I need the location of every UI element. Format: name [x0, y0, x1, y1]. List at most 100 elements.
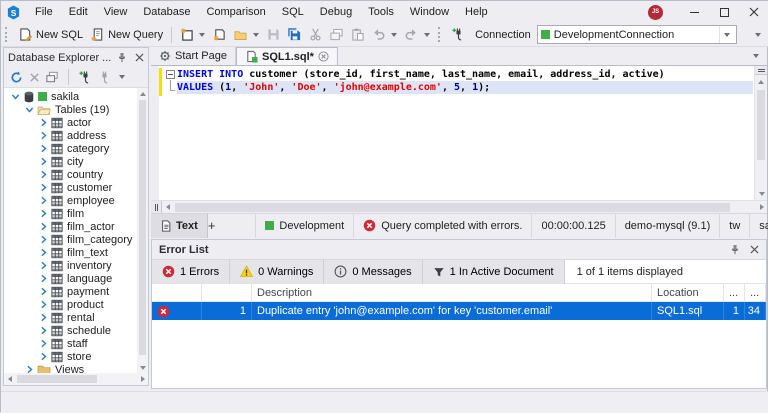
undo-button[interactable]: [368, 24, 401, 45]
fold-collapse-icon[interactable]: [166, 70, 175, 79]
chevron-right-icon[interactable]: [38, 235, 48, 244]
minimize-button[interactable]: [679, 1, 709, 23]
tree-item-staff[interactable]: staff: [4, 337, 137, 350]
new-sql-button[interactable]: New SQL: [15, 24, 87, 45]
chevron-right-icon[interactable]: [38, 313, 48, 322]
chevron-right-icon[interactable]: [38, 196, 48, 205]
pin-icon[interactable]: [730, 244, 740, 255]
chevron-down-icon[interactable]: [10, 92, 20, 101]
chevron-right-icon[interactable]: [38, 209, 48, 218]
tree-item-film-category[interactable]: film_category: [4, 233, 137, 246]
code-line-2[interactable]: VALUES (1, 'John', 'Doe', 'john@example.…: [177, 81, 753, 94]
status-execution-time[interactable]: 00:00:00.125: [531, 213, 614, 238]
messages-filter-button[interactable]: 0 Messages: [324, 259, 423, 284]
new-connection-icon[interactable]: [79, 70, 92, 84]
chevron-right-icon[interactable]: [38, 261, 48, 270]
chevron-right-icon[interactable]: [38, 339, 48, 348]
pin-icon[interactable]: [117, 52, 127, 63]
chevron-right-icon[interactable]: [38, 118, 48, 127]
close-button[interactable]: [739, 1, 768, 23]
scroll-left-icon[interactable]: [7, 376, 12, 382]
chevron-right-icon[interactable]: [38, 157, 48, 166]
close-panel-icon[interactable]: [750, 245, 759, 254]
scroll-up-icon[interactable]: [139, 91, 146, 96]
scroll-right-icon[interactable]: [759, 204, 764, 210]
tab-list-dropdown-icon[interactable]: [753, 54, 759, 58]
tree-item-schedule[interactable]: schedule: [4, 324, 137, 337]
tree-item-employee[interactable]: employee: [4, 194, 137, 207]
column-line[interactable]: ...: [724, 284, 745, 301]
tab-start-page[interactable]: Start Page: [151, 47, 236, 65]
column-number[interactable]: [202, 284, 252, 301]
menu-help[interactable]: Help: [457, 1, 496, 23]
chevron-right-icon[interactable]: [24, 365, 34, 373]
scrollbar-thumb[interactable]: [757, 90, 765, 160]
errors-filter-button[interactable]: 1 Errors: [152, 259, 231, 284]
tree-item-category[interactable]: category: [4, 142, 137, 155]
tree-item-inventory[interactable]: inventory: [4, 259, 137, 272]
tree-item-actor[interactable]: actor: [4, 116, 137, 129]
split-editor-handle[interactable]: [151, 200, 162, 214]
column-location[interactable]: Location: [652, 284, 724, 301]
chevron-right-icon[interactable]: [38, 326, 48, 335]
editor-horizontal-scrollbar[interactable]: [151, 200, 767, 214]
toolbar-overflow-icon[interactable]: [755, 32, 761, 37]
new-connection-button[interactable]: [448, 24, 469, 45]
status-query-status[interactable]: Query completed with errors.: [353, 213, 531, 238]
chevron-right-icon[interactable]: [38, 131, 48, 140]
menu-database[interactable]: Database: [135, 1, 198, 23]
tree-item-customer[interactable]: customer: [4, 181, 137, 194]
tree-horizontal-scrollbar[interactable]: [4, 373, 148, 385]
close-tab-icon[interactable]: [318, 51, 329, 62]
tree-item-rental[interactable]: rental: [4, 311, 137, 324]
save-all-button[interactable]: [284, 24, 305, 45]
menu-debug[interactable]: Debug: [312, 1, 360, 23]
sql-editor[interactable]: INSERT INTO customer (store_id, first_na…: [151, 65, 767, 200]
toolbar-grip[interactable]: [438, 27, 443, 42]
save-button[interactable]: [263, 24, 284, 45]
tree-item-product[interactable]: product: [4, 298, 137, 311]
menu-comparison[interactable]: Comparison: [198, 1, 273, 23]
scroll-down-icon[interactable]: [139, 365, 146, 370]
status-server[interactable]: demo-mysql (9.1): [614, 213, 720, 238]
tree-item-address[interactable]: address: [4, 129, 137, 142]
tab-sql1[interactable]: SQL1.sql*: [235, 47, 338, 65]
connection-select[interactable]: DevelopmentConnection: [536, 25, 737, 44]
editor-vertical-scrollbar[interactable]: [754, 66, 767, 200]
scrollbar-thumb[interactable]: [175, 202, 730, 212]
chevron-right-icon[interactable]: [38, 144, 48, 153]
tree-item-film-actor[interactable]: film_actor: [4, 220, 137, 233]
tree-item-sakila[interactable]: sakila: [4, 90, 137, 103]
scroll-right-icon[interactable]: [140, 376, 145, 382]
tree-item-film[interactable]: film: [4, 207, 137, 220]
tree-item-tables-19[interactable]: Tables (19): [4, 103, 137, 116]
status-user[interactable]: tw: [719, 213, 749, 238]
new-object-button[interactable]: [209, 24, 230, 45]
cut-button[interactable]: [305, 24, 326, 45]
chevron-right-icon[interactable]: [38, 170, 48, 179]
toolbar-grip[interactable]: [5, 27, 10, 42]
chevron-right-icon[interactable]: [38, 300, 48, 309]
delete-icon[interactable]: [29, 72, 40, 83]
code-line-1[interactable]: INSERT INTO customer (store_id, first_na…: [177, 68, 753, 81]
chevron-right-icon[interactable]: [38, 248, 48, 257]
copy-button[interactable]: [326, 24, 347, 45]
user-avatar[interactable]: JS: [648, 4, 663, 20]
active-document-filter-button[interactable]: 1 In Active Document: [422, 259, 565, 284]
tree-item-city[interactable]: city: [4, 155, 137, 168]
column-severity[interactable]: [152, 284, 202, 301]
chevron-right-icon[interactable]: [38, 274, 48, 283]
menu-file[interactable]: File: [27, 1, 61, 23]
scrollbar-thumb[interactable]: [139, 100, 146, 355]
split-editor-handle[interactable]: [755, 66, 767, 75]
new-document-button[interactable]: [176, 24, 209, 45]
paste-button[interactable]: [347, 24, 368, 45]
menu-window[interactable]: Window: [402, 1, 457, 23]
scrollbar-thumb[interactable]: [17, 375, 97, 383]
status-environment[interactable]: Development: [255, 213, 353, 238]
column-description[interactable]: Description: [252, 284, 652, 301]
code-area[interactable]: INSERT INTO customer (store_id, first_na…: [177, 68, 753, 94]
close-panel-icon[interactable]: [135, 53, 144, 62]
error-row[interactable]: 1 Duplicate entry 'john@example.com' for …: [152, 302, 766, 320]
new-query-button[interactable]: New Query: [87, 24, 167, 45]
